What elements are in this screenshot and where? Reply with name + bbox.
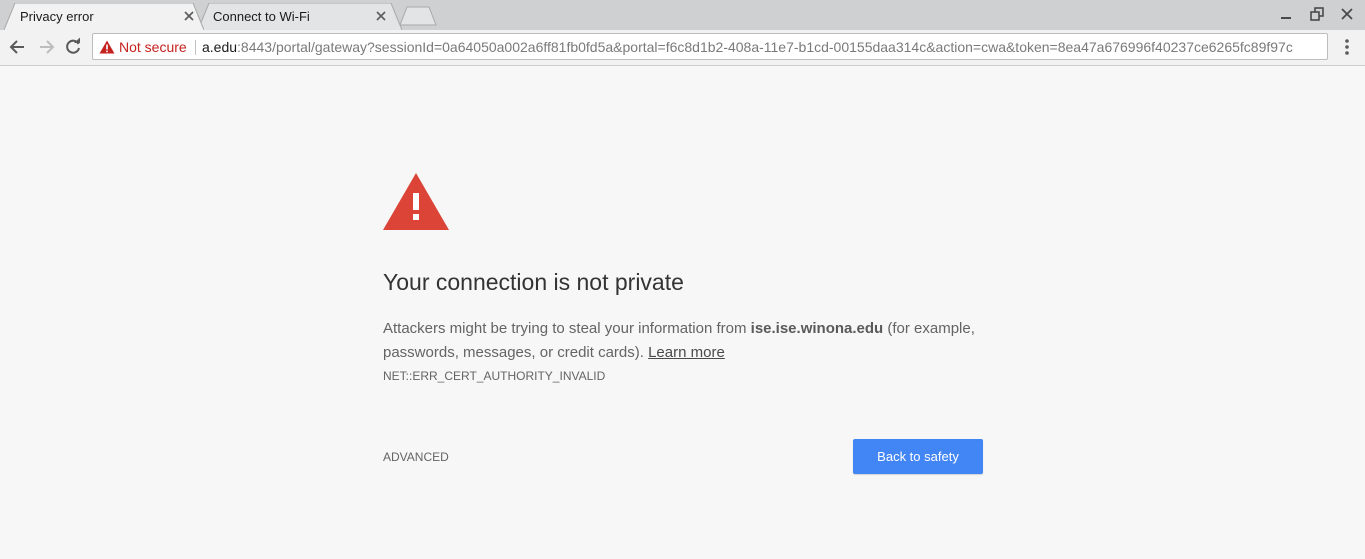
tab-title: Privacy error: [20, 9, 94, 24]
toolbar: Not secure a.edu:8443/portal/gateway?ses…: [0, 30, 1365, 66]
explanation-lead: Attackers might be trying to steal your …: [383, 320, 751, 337]
address-bar[interactable]: Not secure a.edu:8443/portal/gateway?ses…: [92, 33, 1328, 60]
page-title: Your connection is not private: [383, 269, 684, 295]
explanation-text: Attackers might be trying to steal your …: [383, 317, 983, 365]
reload-icon[interactable]: [63, 37, 83, 57]
warning-triangle-icon: [383, 173, 449, 230]
back-arrow-icon[interactable]: [8, 37, 28, 57]
close-icon[interactable]: [374, 9, 388, 23]
site-host: ise.ise.winona.edu: [750, 320, 884, 337]
tab-connect-wifi[interactable]: Connect to Wi-Fi: [198, 3, 402, 30]
url-host: a.edu: [202, 39, 238, 55]
url-text[interactable]: a.edu:8443/portal/gateway?sessionId=0a64…: [202, 39, 1326, 55]
security-status[interactable]: Not secure: [119, 39, 187, 55]
tab-privacy-error[interactable]: Privacy error: [4, 3, 204, 30]
forward-arrow-icon[interactable]: [36, 37, 56, 57]
back-to-safety-button[interactable]: Back to safety: [853, 439, 983, 474]
close-icon[interactable]: [1337, 5, 1357, 23]
more-vert-icon[interactable]: [1339, 38, 1355, 56]
restore-icon[interactable]: [1307, 5, 1327, 23]
minimize-icon[interactable]: [1276, 5, 1296, 23]
url-path: :8443/portal/gateway?sessionId=0a64050a0…: [237, 39, 1293, 55]
divider: [195, 40, 196, 55]
tab-title: Connect to Wi-Fi: [213, 9, 310, 24]
learn-more-link[interactable]: Learn more: [648, 344, 725, 361]
warning-icon[interactable]: [99, 40, 115, 54]
error-code: NET::ERR_CERT_AUTHORITY_INVALID: [383, 369, 606, 383]
tab-strip: Privacy error Connect to Wi-Fi: [0, 0, 1365, 30]
new-tab-button[interactable]: [399, 6, 437, 26]
close-icon[interactable]: [182, 9, 196, 23]
advanced-button[interactable]: ADVANCED: [383, 450, 449, 464]
